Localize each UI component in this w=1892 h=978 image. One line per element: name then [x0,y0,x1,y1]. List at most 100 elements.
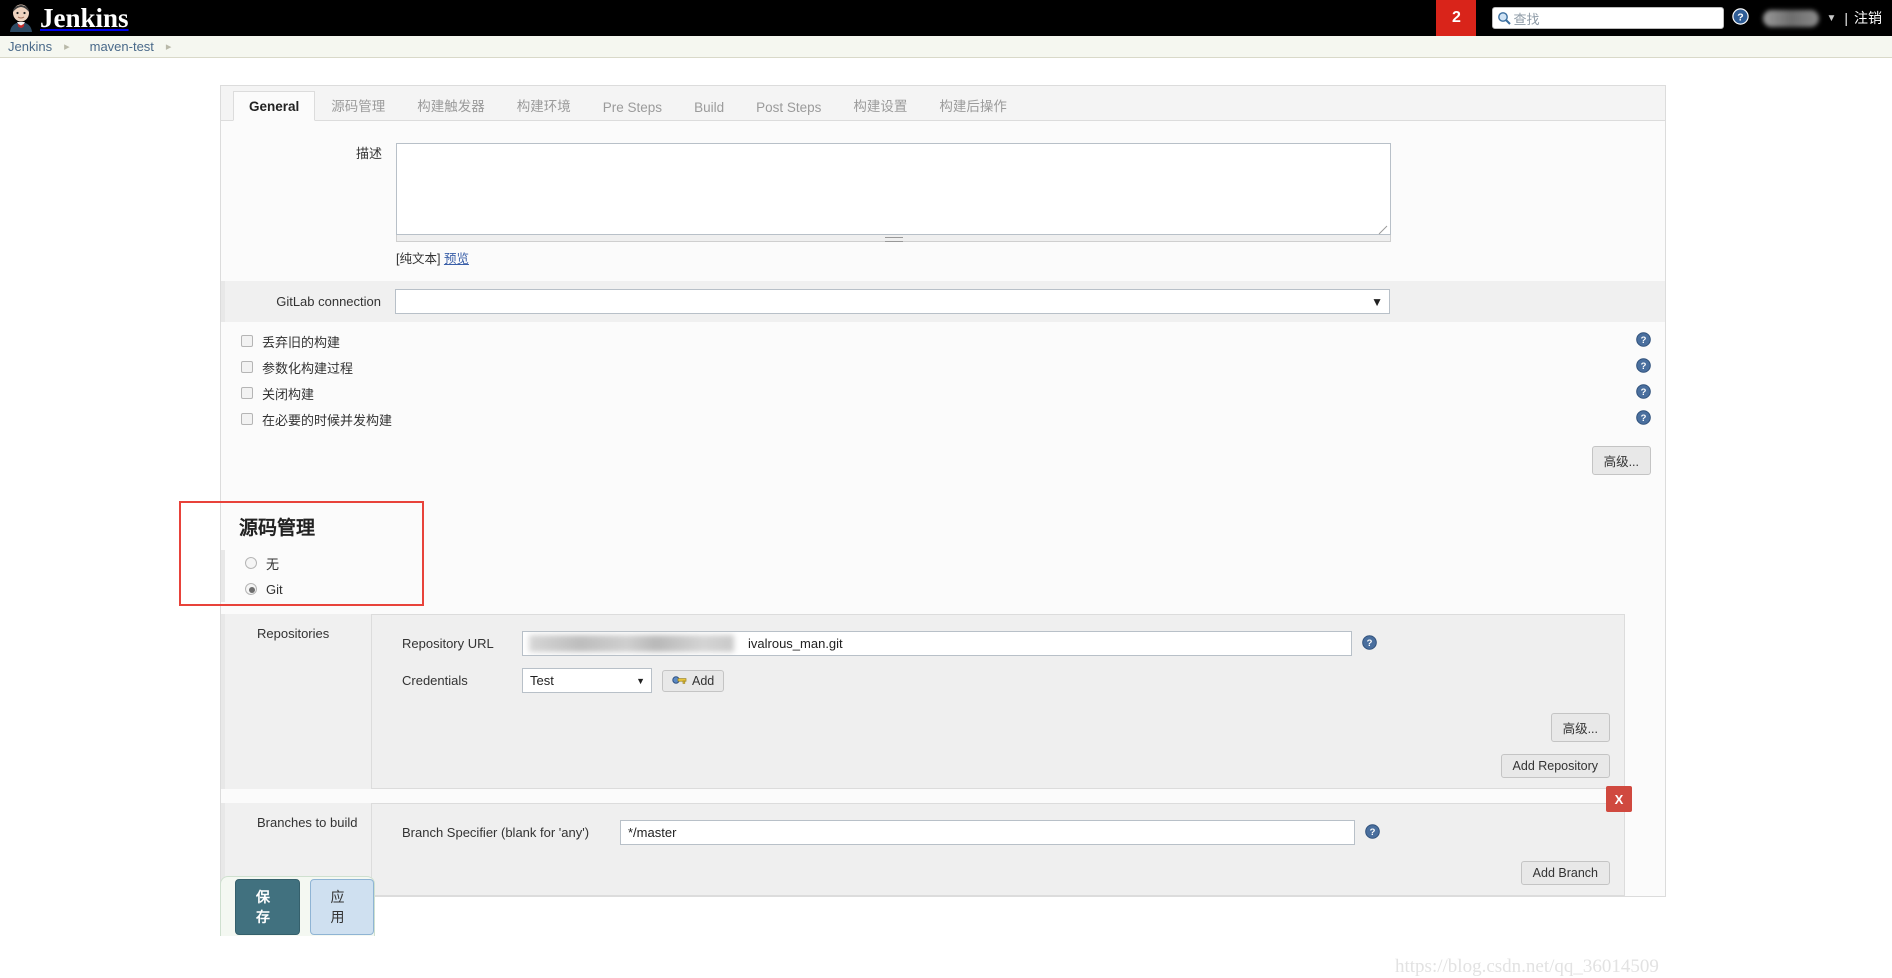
credentials-label: Credentials [402,673,468,688]
gitlab-connection-row: GitLab connection ▼ [225,281,1665,322]
tab-build-triggers[interactable]: 构建触发器 [401,87,501,121]
tab-post-build-actions[interactable]: 构建后操作 [923,87,1023,121]
plain-text-label: [纯文本] [396,252,441,266]
redacted-url-overlay [529,635,734,652]
help-icon[interactable]: ? [1365,823,1380,842]
logout-link[interactable]: 注销 [1854,8,1892,28]
gitlab-connection-block: GitLab connection ▼ [221,281,1665,322]
svg-text:?: ? [1367,638,1373,649]
general-advanced-button[interactable]: 高级... [1591,446,1651,475]
repository-url-row: Repository URL ivalrous_man.git ? [372,625,1624,662]
scm-option-label: 无 [266,556,280,572]
tab-source-code-management[interactable]: 源码管理 [315,87,401,121]
search-placeholder: 查找 [1513,11,1540,27]
credentials-row: Credentials Test ▼ Add [372,662,1624,699]
checkbox-discard-old-builds[interactable] [241,335,253,347]
brand-title: Jenkins [40,2,129,33]
svg-text:?: ? [1738,11,1744,23]
preview-link[interactable]: 预览 [444,252,469,266]
chevron-down-icon: ▼ [636,675,645,686]
help-icon[interactable]: ? [1636,358,1651,376]
branch-specifier-label: Branch Specifier (blank for 'any') [402,825,590,840]
page-body: General 源码管理 构建触发器 构建环境 Pre Steps Build … [0,58,1892,977]
help-icon[interactable]: ? [1636,332,1651,350]
repository-actions: 高级... Add Repository [372,699,1624,778]
tab-post-steps[interactable]: Post Steps [740,92,837,121]
scm-option-label: Git [266,581,283,597]
tab-build-environment[interactable]: 构建环境 [501,87,587,121]
checkbox-row-disable-build[interactable]: 关闭构建 ? [221,380,1665,406]
tab-build-settings[interactable]: 构建设置 [837,87,923,121]
scm-option-git[interactable]: Git [245,576,1665,602]
checkbox-concurrent-builds[interactable] [241,413,253,425]
checkbox-label: 关闭构建 [262,386,315,402]
apply-button[interactable]: 应用 [309,878,374,935]
chevron-down-icon[interactable]: ▼ [1826,13,1836,24]
jenkins-home-link[interactable]: Jenkins [0,4,129,32]
resize-grip-icon [1378,223,1388,235]
svg-text:?: ? [1370,827,1376,838]
repository-url-input[interactable]: ivalrous_man.git [522,631,1352,656]
add-repository-button[interactable]: Add Repository [1500,754,1610,778]
credentials-select[interactable]: Test ▼ [522,668,652,693]
scm-section-title: 源码管理 [239,518,316,539]
search-input[interactable]: 查找 [1492,7,1725,29]
checkbox-row-concurrent-builds[interactable]: 在必要的时候并发构建 ? [221,406,1665,432]
add-credentials-button[interactable]: Add [662,669,725,692]
branch-specifier-input[interactable]: */master [620,820,1355,845]
svg-text:?: ? [1641,361,1647,372]
branch-specifier-row: Branch Specifier (blank for 'any') */mas… [372,814,1624,851]
notification-badge[interactable]: 2 [1436,0,1477,36]
checkbox-label: 参数化构建过程 [262,360,354,376]
repositories-label: Repositories [221,614,371,789]
help-icon[interactable]: ? [1636,410,1651,428]
tab-build[interactable]: Build [678,92,740,121]
checkbox-row-discard-old-builds[interactable]: 丢弃旧的构建 ? [221,328,1665,354]
branches-panel: X Branch Specifier (blank for 'any') */m… [371,786,1632,896]
breadcrumb-item-jenkins[interactable]: Jenkins [0,39,52,54]
config-tab-bar: General 源码管理 构建触发器 构建环境 Pre Steps Build … [221,86,1665,121]
checkbox-row-parameterized-build[interactable]: 参数化构建过程 ? [221,354,1665,380]
description-textarea[interactable] [396,143,1391,235]
tab-general[interactable]: General [233,91,316,121]
repository-url-label: Repository URL [402,636,494,651]
repository-url-value: ivalrous_man.git [748,636,843,651]
save-button[interactable]: 保存 [235,878,300,935]
chevron-down-icon: ▼ [1371,294,1383,309]
svg-text:?: ? [1641,387,1647,398]
repositories-section: Repositories Repository URL ivalrous_man… [221,614,1665,789]
description-field-wrap: [纯文本] 预览 [396,143,1391,267]
breadcrumb: Jenkins ▸ maven-test ▸ [0,36,1892,58]
gitlab-connection-label: GitLab connection [276,294,381,309]
add-branch-button[interactable]: Add Branch [1520,861,1610,885]
chevron-right-icon: ▸ [64,41,70,53]
help-icon[interactable]: ? [1732,8,1750,28]
description-row: 描述 [纯文本] 预览 [221,121,1665,267]
avatar[interactable] [1763,9,1820,27]
branch-specifier-value: */master [628,825,677,840]
scm-option-none[interactable]: 无 [245,550,1665,576]
checkbox-disable-build[interactable] [241,387,253,399]
gitlab-connection-select[interactable]: ▼ [395,289,1390,314]
help-icon[interactable]: ? [1362,634,1377,653]
checkbox-label: 丢弃旧的构建 [262,334,341,350]
help-icon[interactable]: ? [1636,384,1651,402]
jenkins-butler-icon [8,4,34,32]
checkbox-label: 在必要的时候并发构建 [262,412,393,428]
description-markup-hint: [纯文本] 预览 [396,248,1391,267]
top-navigation-bar: Jenkins 2 查找 ? ▼ | 注销 [0,0,1892,36]
watermark-text: https://blog.csdn.net/qq_36014509 [1395,956,1659,977]
delete-branch-button[interactable]: X [1606,786,1632,812]
repository-advanced-button[interactable]: 高级... [1550,713,1610,742]
textarea-resizer-handle[interactable] [396,235,1391,242]
checkbox-parameterized-build[interactable] [241,361,253,373]
breadcrumb-item-maven-test[interactable]: maven-test [82,39,154,54]
branch-actions: Add Branch [372,851,1624,885]
tab-pre-steps[interactable]: Pre Steps [587,92,678,121]
radio-none[interactable] [245,557,257,569]
branches-section: Branches to build X Branch Specifier (bl… [221,786,1665,896]
scm-radio-group: 无 Git [221,550,1665,602]
repositories-panel: Repository URL ivalrous_man.git ? Creden… [371,614,1625,789]
radio-git[interactable] [245,583,257,595]
form-action-bar: 保存 应用 [220,876,375,936]
